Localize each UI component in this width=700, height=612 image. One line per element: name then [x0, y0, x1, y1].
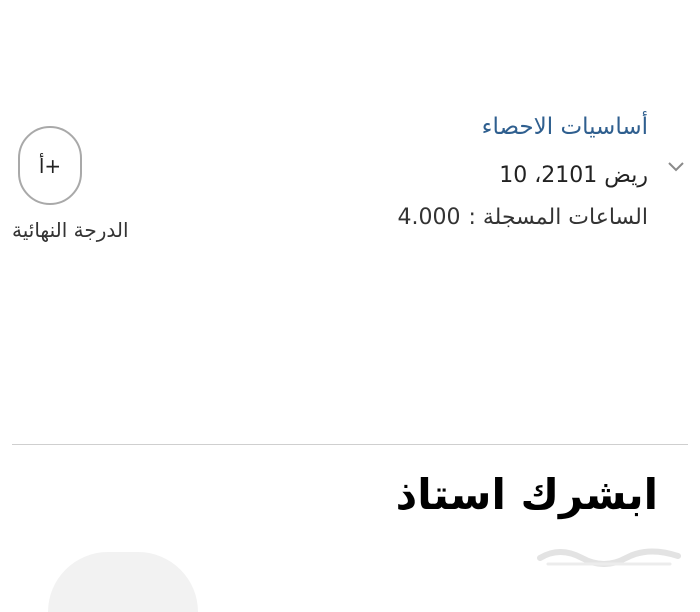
course-card[interactable]: أساسيات الاحصاء ريض 2101، 10 الساعات الم… — [0, 0, 700, 445]
course-code: ريض 2101، 10 — [499, 163, 648, 188]
watermark-logo — [537, 548, 681, 567]
final-grade-badge: أ+ — [18, 126, 82, 205]
final-grade-value: أ+ — [38, 153, 62, 178]
caption-text: ابشرك استاذ — [395, 470, 658, 519]
final-grade-label: الدرجة النهائية — [12, 218, 129, 242]
divider — [12, 444, 688, 445]
chevron-down-icon[interactable] — [666, 160, 686, 174]
credit-hours-value: 4.000 — [397, 205, 461, 230]
credit-hours-label: الساعات المسجلة : — [468, 205, 648, 230]
bottom-decorative-shape — [48, 552, 198, 612]
course-title: أساسيات الاحصاء — [481, 114, 648, 140]
credit-hours: الساعات المسجلة : 4.000 — [397, 205, 648, 230]
